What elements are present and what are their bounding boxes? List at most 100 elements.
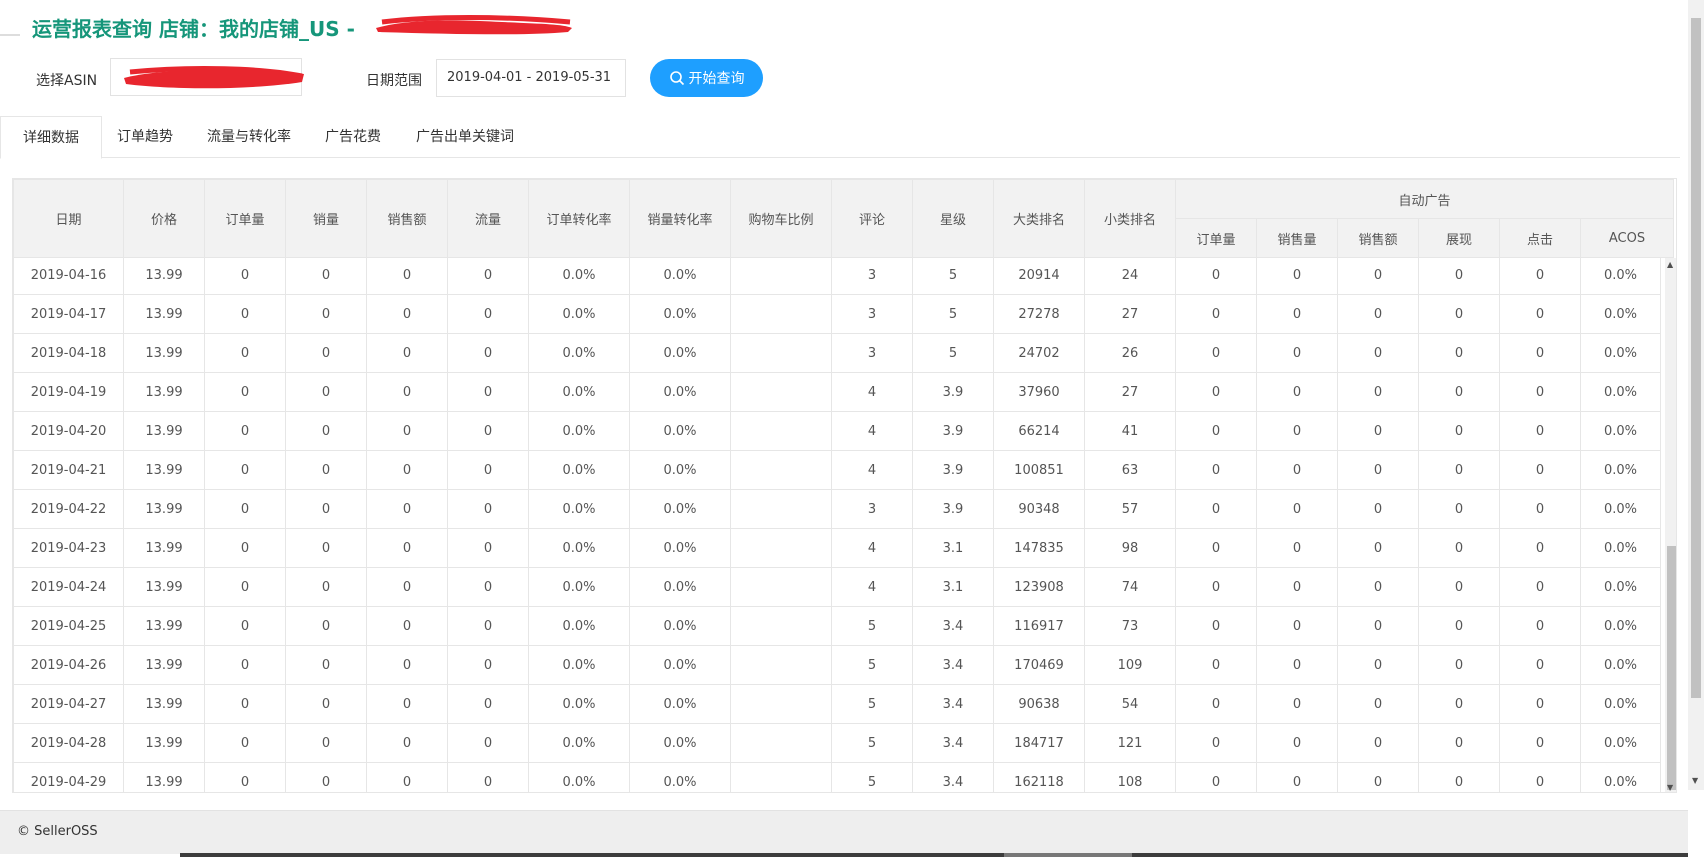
column-header-order-cvr[interactable]: 订单转化率: [528, 179, 630, 258]
date-range-input[interactable]: 2019-04-01 - 2019-05-31: [436, 59, 626, 97]
tab-order-trend[interactable]: 订单趋势: [95, 116, 195, 158]
cell-cart-ratio: [730, 411, 832, 451]
column-header-date[interactable]: 日期: [13, 179, 124, 258]
cell-ad-sales: 0: [1337, 372, 1419, 412]
table-row[interactable]: 2019-04-19 13.99 0 0 0 0 0.0% 0.0% 4 3.9 37960 27 0 0…: [13, 372, 1661, 412]
table-row[interactable]: 2019-04-17 13.99 0 0 0 0 0.0% 0.0% 3 5 27278 27 0 0 0 0…: [13, 294, 1661, 334]
cell-traffic: 0: [447, 645, 529, 685]
column-header-sales[interactable]: 销售额: [366, 179, 448, 258]
cell-ad-clicks: 0: [1499, 372, 1581, 412]
cell-sales: 0: [366, 684, 448, 724]
column-header-reviews[interactable]: 评论: [831, 179, 913, 258]
cell-main-rank: 170469: [993, 645, 1085, 685]
table-row[interactable]: 2019-04-23 13.99 0 0 0 0 0.0% 0.0% 4 3.1 147835 98 0…: [13, 528, 1661, 568]
cell-ad-units: 0: [1256, 333, 1338, 373]
cell-ad-clicks: 0: [1499, 528, 1581, 568]
cell-sub-rank: 27: [1084, 372, 1176, 412]
page-scrollbar[interactable]: ▼: [1688, 0, 1704, 790]
taskbar-strip: [180, 853, 1688, 857]
cell-ad-sales: 0: [1337, 684, 1419, 724]
cell-main-rank: 24702: [993, 333, 1085, 373]
cell-order-cvr: 0.0%: [528, 489, 630, 529]
tab-ad-spend[interactable]: 广告花费: [303, 116, 403, 158]
tab-detail-data[interactable]: 详细数据: [0, 116, 102, 159]
cell-ad-sales: 0: [1337, 333, 1419, 373]
cell-reviews: 5: [831, 606, 913, 646]
column-header-main-rank[interactable]: 大类排名: [993, 179, 1085, 258]
cell-units: 0: [285, 567, 367, 607]
cell-units: 0: [285, 294, 367, 334]
tab-label: 订单趋势: [117, 129, 173, 145]
table-body-scroll[interactable]: 2019-04-16 13.99 0 0 0 0 0.0% 0.0% 3 5 20914 24 0 0 0 0…: [13, 258, 1665, 792]
cell-ad-units: 0: [1256, 762, 1338, 792]
cell-ad-acos: 0.0%: [1580, 372, 1661, 412]
cell-traffic: 0: [447, 450, 529, 490]
cell-traffic: 0: [447, 372, 529, 412]
cell-ad-orders: 0: [1175, 567, 1257, 607]
table-scrollbar[interactable]: ▲ ▼: [1665, 258, 1676, 792]
column-header-units[interactable]: 销量: [285, 179, 367, 258]
cell-ad-clicks: 0: [1499, 258, 1581, 295]
cell-ad-acos: 0.0%: [1580, 684, 1661, 724]
table-row[interactable]: 2019-04-28 13.99 0 0 0 0 0.0% 0.0% 5 3.4 184717 121…: [13, 723, 1661, 763]
column-header-sub-rank[interactable]: 小类排名: [1084, 179, 1176, 258]
cell-ad-acos: 0.0%: [1580, 645, 1661, 685]
table-row[interactable]: 2019-04-24 13.99 0 0 0 0 0.0% 0.0% 4 3.1 123908 74 0…: [13, 567, 1661, 607]
cell-date: 2019-04-24: [13, 567, 124, 607]
column-header-ad-impressions[interactable]: 展现: [1418, 218, 1500, 258]
column-header-ad-units[interactable]: 销售量: [1256, 218, 1338, 258]
table-row[interactable]: 2019-04-25 13.99 0 0 0 0 0.0% 0.0% 5 3.4 116917 73 0…: [13, 606, 1661, 646]
cell-traffic: 0: [447, 411, 529, 451]
column-header-stars[interactable]: 星级: [912, 179, 994, 258]
date-range-label: 日期范围: [366, 73, 422, 89]
column-header-unit-cvr[interactable]: 销量转化率: [629, 179, 731, 258]
cell-date: 2019-04-23: [13, 528, 124, 568]
page-scrollbar-thumb[interactable]: [1691, 18, 1701, 698]
table-row[interactable]: 2019-04-21 13.99 0 0 0 0 0.0% 0.0% 4 3.9 100851 63 0…: [13, 450, 1661, 490]
cell-sub-rank: 54: [1084, 684, 1176, 724]
cell-units: 0: [285, 762, 367, 792]
column-header-price[interactable]: 价格: [123, 179, 205, 258]
table-row[interactable]: 2019-04-29 13.99 0 0 0 0 0.0% 0.0% 5 3.4 162118 108…: [13, 762, 1661, 792]
cell-ad-orders: 0: [1175, 411, 1257, 451]
tab-ad-keywords[interactable]: 广告出单关键词: [394, 116, 536, 158]
cell-order-cvr: 0.0%: [528, 294, 630, 334]
cell-date: 2019-04-28: [13, 723, 124, 763]
cell-unit-cvr: 0.0%: [629, 723, 731, 763]
table-scrollbar-thumb[interactable]: [1667, 546, 1676, 790]
cell-ad-orders: 0: [1175, 528, 1257, 568]
column-header-orders[interactable]: 订单量: [204, 179, 286, 258]
column-header-ad-clicks[interactable]: 点击: [1499, 218, 1581, 258]
table-row[interactable]: 2019-04-22 13.99 0 0 0 0 0.0% 0.0% 3 3.9 90348 57 0 0…: [13, 489, 1661, 529]
cell-ad-impressions: 0: [1418, 723, 1500, 763]
table-row[interactable]: 2019-04-18 13.99 0 0 0 0 0.0% 0.0% 3 5 24702 26 0 0 0 0…: [13, 333, 1661, 373]
cell-ad-impressions: 0: [1418, 645, 1500, 685]
column-header-ad-orders[interactable]: 订单量: [1175, 218, 1257, 258]
cell-date: 2019-04-17: [13, 294, 124, 334]
tab-traffic-conversion[interactable]: 流量与转化率: [185, 116, 313, 158]
column-header-ad-acos[interactable]: ACOS: [1580, 218, 1674, 258]
table-row[interactable]: 2019-04-16 13.99 0 0 0 0 0.0% 0.0% 3 5 20914 24 0 0 0 0…: [13, 258, 1661, 295]
cell-ad-sales: 0: [1337, 723, 1419, 763]
table-row[interactable]: 2019-04-27 13.99 0 0 0 0 0.0% 0.0% 5 3.4 90638 54 0 0…: [13, 684, 1661, 724]
column-header-cart-ratio[interactable]: 购物车比例: [730, 179, 832, 258]
table-row[interactable]: 2019-04-20 13.99 0 0 0 0 0.0% 0.0% 4 3.9 66214 41 0 0…: [13, 411, 1661, 451]
tab-label: 流量与转化率: [207, 129, 291, 145]
cell-ad-acos: 0.0%: [1580, 450, 1661, 490]
redaction-scribble: [376, 15, 572, 35]
table-row[interactable]: 2019-04-26 13.99 0 0 0 0 0.0% 0.0% 5 3.4 170469 109…: [13, 645, 1661, 685]
cell-units: 0: [285, 489, 367, 529]
page-scroll-down-icon[interactable]: ▼: [1692, 776, 1698, 785]
start-query-button[interactable]: 开始查询: [650, 59, 763, 97]
scroll-down-icon[interactable]: ▼: [1667, 783, 1673, 792]
cell-sub-rank: 74: [1084, 567, 1176, 607]
cell-ad-clicks: 0: [1499, 411, 1581, 451]
cell-ad-clicks: 0: [1499, 489, 1581, 529]
column-header-traffic[interactable]: 流量: [447, 179, 529, 258]
cell-reviews: 4: [831, 411, 913, 451]
cell-ad-orders: 0: [1175, 723, 1257, 763]
column-header-ad-sales[interactable]: 销售额: [1337, 218, 1419, 258]
cell-units: 0: [285, 723, 367, 763]
cell-ad-impressions: 0: [1418, 528, 1500, 568]
scroll-up-icon[interactable]: ▲: [1667, 260, 1673, 269]
